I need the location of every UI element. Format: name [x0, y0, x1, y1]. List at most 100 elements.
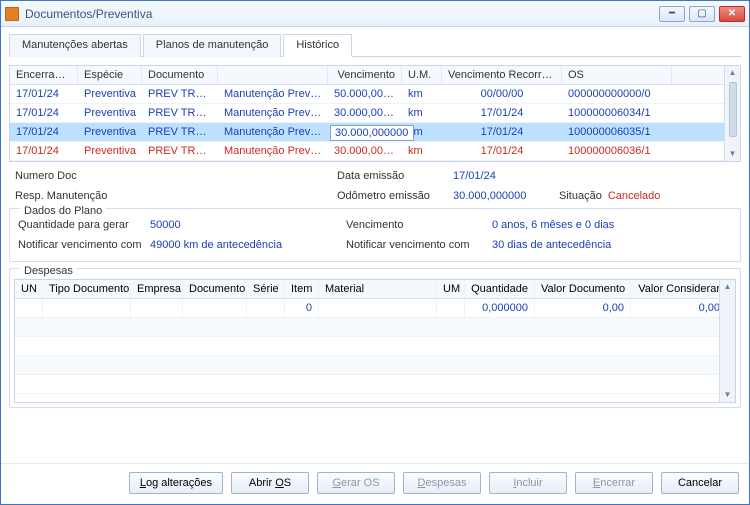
cell-vencimento: 30.000,000000: [328, 104, 402, 122]
tabs: Manutenções abertas Planos de manutenção…: [9, 33, 741, 57]
window-title: Documentos/Preventiva: [25, 7, 659, 21]
cell-documento: PREV TRAT1: [142, 142, 218, 160]
cell-encerramento: 17/01/24: [10, 104, 78, 122]
despesas-grid: UN Tipo Documento Empresa Documento Séri…: [14, 279, 736, 403]
odometro-emissao-label: Odômetro emissão: [337, 190, 447, 202]
cell-venc-recor: 17/01/24: [442, 104, 562, 122]
cell-especie: Preventiva: [78, 85, 142, 103]
cell-descricao: Manutenção Preventivo d: [218, 123, 328, 141]
grid-scrollbar[interactable]: ▲ ▼: [724, 66, 740, 161]
despesas-valor-cons: 0,00: [631, 299, 727, 317]
col2-valor-considerar[interactable]: Valor Considerar: [631, 280, 727, 298]
scroll-thumb[interactable]: [729, 82, 737, 137]
resp-manutencao-label: Resp. Manutenção: [15, 190, 125, 202]
cell-documento: PREV TRAT1: [142, 85, 218, 103]
inline-edit-field[interactable]: 30.000,000000: [330, 125, 414, 141]
despesas-grid-header: UN Tipo Documento Empresa Documento Séri…: [15, 280, 735, 299]
col2-tipo-documento[interactable]: Tipo Documento: [43, 280, 131, 298]
cell-documento: PREV TRAT1: [142, 123, 218, 141]
col-encerramento[interactable]: Encerramento: [10, 66, 78, 84]
cancelar-button[interactable]: Cancelar: [661, 472, 739, 494]
maximize-button[interactable]: ▢: [689, 6, 715, 22]
table-row[interactable]: 17/01/24PreventivaPREV TRAT1Manutenção P…: [10, 85, 740, 104]
scroll-up-icon[interactable]: ▲: [725, 66, 740, 80]
app-icon: [5, 7, 19, 21]
col-os[interactable]: OS: [562, 66, 672, 84]
col2-un[interactable]: UN: [15, 280, 43, 298]
button-bar: Log alterações Abrir OS Gerar OS Despesa…: [1, 463, 749, 504]
col2-documento[interactable]: Documento: [183, 280, 247, 298]
log-alteracoes-button[interactable]: Log alterações: [129, 472, 223, 494]
col-documento[interactable]: Documento: [142, 66, 218, 84]
table-row: [15, 375, 735, 394]
cell-um: km: [402, 142, 442, 160]
notificar1-value: 49000 km de antecedência: [150, 239, 340, 251]
despesas-title: Despesas: [20, 265, 77, 277]
situacao-value: Cancelado: [608, 190, 661, 202]
numero-doc-label: Numero Doc: [15, 170, 125, 182]
table-row: [15, 337, 735, 356]
col-descricao[interactable]: [218, 66, 328, 84]
tab-planos-de-manutencao[interactable]: Planos de manutenção: [143, 34, 282, 57]
despesas-qtd: 0,000000: [465, 299, 535, 317]
close-button[interactable]: ✕: [719, 6, 745, 22]
minimize-button[interactable]: ━: [659, 6, 685, 22]
titlebar: Documentos/Preventiva ━ ▢ ✕: [1, 1, 749, 27]
cell-os: 100000006034/1: [562, 104, 672, 122]
col2-serie[interactable]: Série: [247, 280, 285, 298]
cell-encerramento: 17/01/24: [10, 123, 78, 141]
history-grid: Encerramento Espécie Documento Venciment…: [9, 65, 741, 162]
details-form: Numero Doc Data emissão 17/01/24 Resp. M…: [9, 162, 741, 208]
scroll-down-icon[interactable]: ▼: [725, 147, 740, 161]
cell-descricao: Manutenção Preventivo d: [218, 104, 328, 122]
cell-os: 100000006035/1: [562, 123, 672, 141]
cell-especie: Preventiva: [78, 142, 142, 160]
col2-valor-documento[interactable]: Valor Documento: [535, 280, 631, 298]
despesas-row[interactable]: 0 0,000000 0,00 0,00: [15, 299, 735, 318]
cell-encerramento: 17/01/24: [10, 85, 78, 103]
col2-empresa[interactable]: Empresa: [131, 280, 183, 298]
cell-venc-recor: 17/01/24: [442, 123, 562, 141]
data-emissao-label: Data emissão: [337, 170, 447, 182]
vencimento-label: Vencimento: [346, 219, 486, 231]
notificar2-label: Notificar vencimento com: [346, 239, 486, 251]
dados-do-plano-group: Dados do Plano Quantidade para gerar 500…: [9, 208, 741, 262]
cell-venc-recor: 17/01/24: [442, 142, 562, 160]
col-especie[interactable]: Espécie: [78, 66, 142, 84]
content: Manutenções abertas Planos de manutenção…: [1, 27, 749, 463]
vencimento-value: 0 anos, 6 mêses e 0 dias: [492, 219, 614, 231]
scroll-down-icon[interactable]: ▼: [720, 388, 735, 402]
col-venc-recor[interactable]: Vencimento Recorrência: [442, 66, 562, 84]
cell-os: 000000000000/0: [562, 85, 672, 103]
quantidade-gerar-value: 50000: [150, 219, 340, 231]
scroll-up-icon[interactable]: ▲: [720, 280, 735, 294]
col2-item[interactable]: Item: [285, 280, 319, 298]
col-vencimento[interactable]: Vencimento: [328, 66, 402, 84]
cell-vencimento: 50.000,000000: [328, 85, 402, 103]
despesas-item: 0: [285, 299, 319, 317]
tab-manutencoes-abertas[interactable]: Manutenções abertas: [9, 34, 141, 57]
situacao-label: Situação: [559, 190, 602, 202]
despesas-group: Despesas UN Tipo Documento Empresa Docum…: [9, 268, 741, 408]
col2-um[interactable]: UM: [437, 280, 465, 298]
col-um[interactable]: U.M.: [402, 66, 442, 84]
cell-os: 100000006036/1: [562, 142, 672, 160]
table-row[interactable]: 17/01/24PreventivaPREV TRAT1Manutenção P…: [10, 142, 740, 161]
table-row: [15, 318, 735, 337]
cell-um: km: [402, 104, 442, 122]
cell-um: km: [402, 85, 442, 103]
gerar-os-button: Gerar OS: [317, 472, 395, 494]
despesas-scrollbar[interactable]: ▲ ▼: [719, 280, 735, 402]
abrir-os-button[interactable]: Abrir OS: [231, 472, 309, 494]
odometro-emissao-value: 30.000,000000: [453, 190, 553, 202]
tab-historico[interactable]: Histórico: [283, 34, 352, 57]
cell-especie: Preventiva: [78, 123, 142, 141]
table-row[interactable]: 17/01/24PreventivaPREV TRAT1Manutenção P…: [10, 104, 740, 123]
cell-vencimento: 30.000,000000: [328, 142, 402, 160]
table-row: [15, 356, 735, 375]
cell-venc-recor: 00/00/00: [442, 85, 562, 103]
col2-material[interactable]: Material: [319, 280, 437, 298]
col2-quantidade[interactable]: Quantidade: [465, 280, 535, 298]
notificar2-value: 30 dias de antecedência: [492, 239, 611, 251]
window-controls: ━ ▢ ✕: [659, 6, 745, 22]
